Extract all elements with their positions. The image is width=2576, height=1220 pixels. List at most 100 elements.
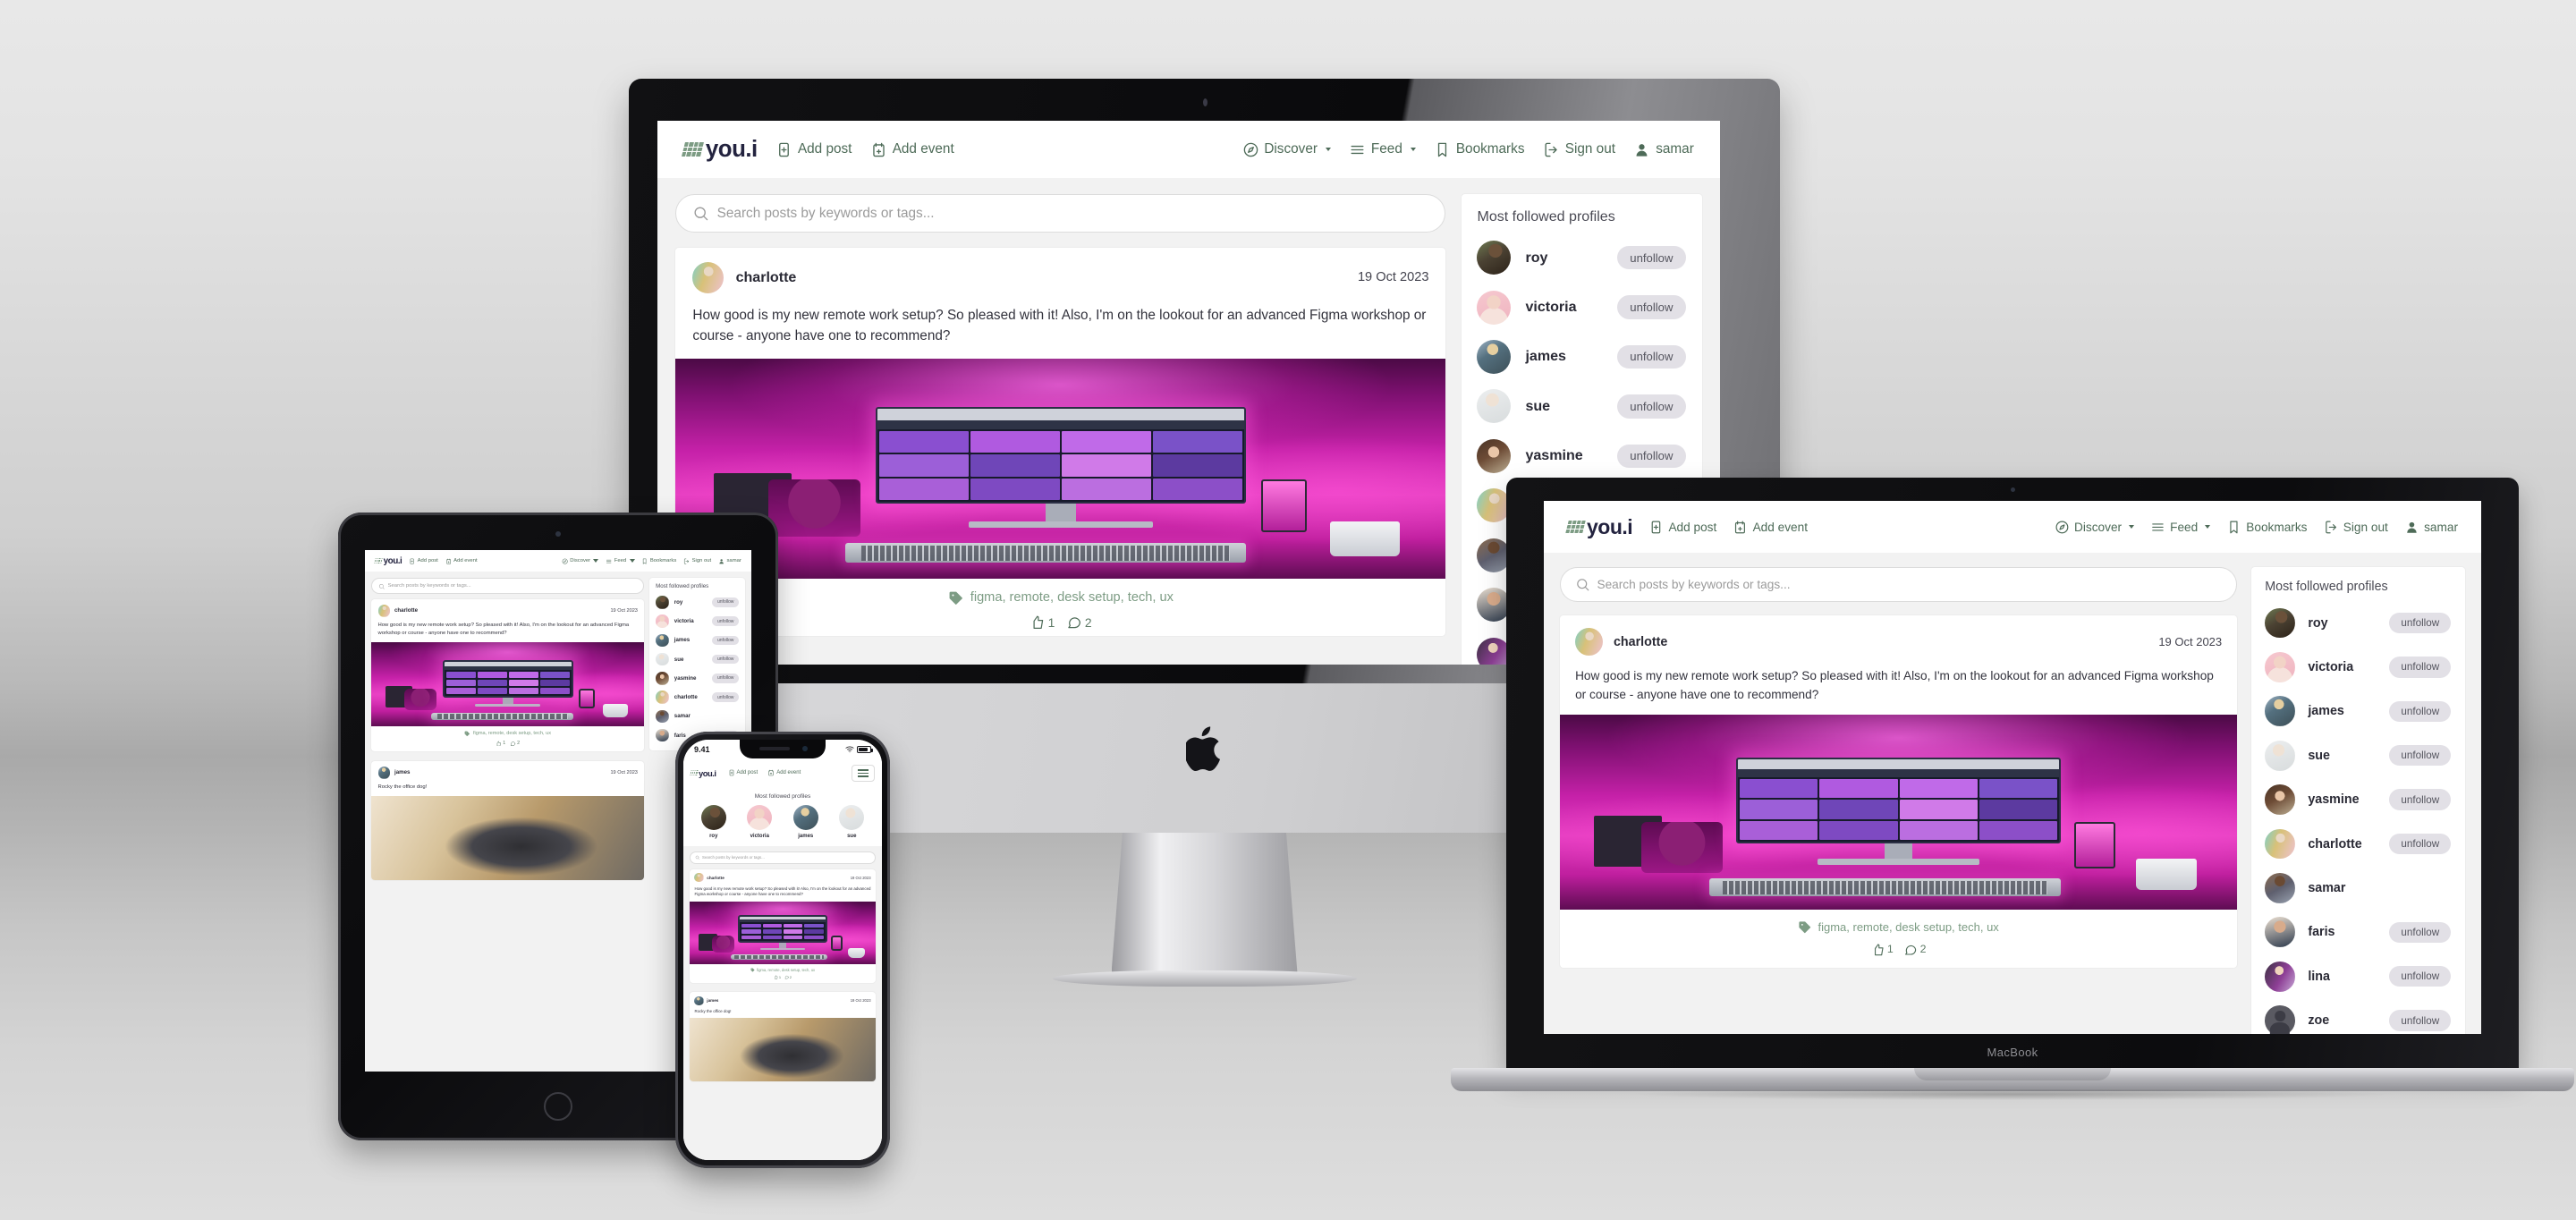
hamburger-menu-icon[interactable] bbox=[852, 765, 875, 782]
comment-button[interactable]: 2 bbox=[510, 741, 520, 747]
post-tags[interactable]: figma, remote, desk setup, tech, ux bbox=[1560, 910, 2237, 936]
nav-add-post[interactable]: Add post bbox=[728, 769, 758, 776]
nav-discover[interactable]: Discover bbox=[1242, 141, 1331, 158]
brand-logo[interactable]: you.i bbox=[690, 768, 716, 778]
unfollow-button[interactable]: unfollow bbox=[712, 654, 740, 665]
comment-button[interactable]: 2 bbox=[1066, 614, 1092, 631]
unfollow-button[interactable]: unfollow bbox=[1616, 245, 1687, 270]
like-button[interactable]: 1 bbox=[1030, 614, 1055, 631]
unfollow-button[interactable]: unfollow bbox=[2389, 657, 2452, 678]
like-button[interactable]: 1 bbox=[774, 975, 781, 979]
unfollow-button[interactable]: unfollow bbox=[2389, 921, 2452, 943]
comment-button[interactable]: 2 bbox=[784, 975, 792, 979]
nav-discover[interactable]: Discover bbox=[2055, 520, 2134, 535]
post-author[interactable]: charlotte bbox=[694, 873, 724, 883]
profile-row[interactable]: sue unfollow bbox=[2265, 733, 2452, 777]
post-author[interactable]: james bbox=[377, 767, 410, 779]
unfollow-button[interactable]: unfollow bbox=[1616, 295, 1687, 319]
story-item[interactable]: james bbox=[792, 804, 818, 839]
nav-add-post[interactable]: Add post bbox=[775, 141, 852, 158]
unfollow-button[interactable]: unfollow bbox=[1616, 444, 1687, 469]
nav-discover[interactable]: Discover bbox=[562, 558, 599, 564]
profile-row[interactable]: samar bbox=[656, 707, 739, 725]
profile-row[interactable]: samar bbox=[2265, 866, 2451, 910]
post-tags[interactable]: figma, remote, desk setup, tech, ux bbox=[690, 964, 876, 973]
unfollow-button[interactable]: unfollow bbox=[712, 597, 740, 607]
profile-row[interactable]: charlotte unfollow bbox=[656, 688, 740, 707]
nav-add-post[interactable]: Add post bbox=[409, 558, 438, 564]
nav-bookmarks[interactable]: Bookmarks bbox=[2226, 520, 2308, 535]
brand-logo[interactable]: you.i bbox=[374, 556, 402, 566]
profile-row[interactable]: lina unfollow bbox=[2265, 954, 2452, 998]
like-button[interactable]: 1 bbox=[496, 741, 505, 747]
profile-name: sue bbox=[1525, 397, 1551, 414]
profile-row[interactable]: victoria unfollow bbox=[2265, 645, 2452, 689]
nav-feed[interactable]: Feed bbox=[2150, 520, 2210, 535]
nav-sign-out[interactable]: Sign out bbox=[683, 558, 711, 564]
unfollow-button[interactable]: unfollow bbox=[712, 674, 740, 683]
profile-row[interactable]: james unfollow bbox=[656, 631, 740, 649]
nav-add-post[interactable]: Add post bbox=[1648, 520, 1716, 535]
search-input[interactable]: Search posts by keywords or tags... bbox=[371, 578, 645, 595]
nav-feed[interactable]: Feed bbox=[1349, 141, 1416, 158]
nav-add-event[interactable]: Add event bbox=[870, 141, 954, 158]
nav-sign-out[interactable]: Sign out bbox=[1543, 141, 1615, 158]
nav-samar[interactable]: samar bbox=[718, 558, 741, 564]
profile-row[interactable]: yasmine unfollow bbox=[1477, 431, 1687, 480]
profile-row[interactable]: james unfollow bbox=[1477, 332, 1687, 381]
unfollow-button[interactable]: unfollow bbox=[2389, 700, 2452, 723]
story-item[interactable]: victoria bbox=[747, 804, 773, 839]
nav-bookmarks[interactable]: Bookmarks bbox=[1434, 141, 1525, 158]
nav-feed[interactable]: Feed bbox=[606, 558, 635, 564]
unfollow-button[interactable]: unfollow bbox=[2389, 745, 2452, 767]
profile-row[interactable]: victoria unfollow bbox=[656, 612, 740, 631]
profile-row[interactable]: james unfollow bbox=[2265, 690, 2452, 733]
profile-row[interactable]: roy unfollow bbox=[1477, 233, 1687, 282]
post-tags[interactable]: figma, remote, desk setup, tech, ux bbox=[675, 579, 1445, 609]
like-button[interactable]: 1 bbox=[1871, 943, 1894, 957]
unfollow-button[interactable]: unfollow bbox=[2389, 612, 2452, 634]
nav-sign-out[interactable]: Sign out bbox=[2324, 520, 2388, 535]
story-name: roy bbox=[709, 833, 718, 839]
profile-row[interactable]: yasmine unfollow bbox=[2265, 777, 2452, 821]
post-author[interactable]: james bbox=[694, 995, 718, 1005]
brand-logo[interactable]: you.i bbox=[1565, 515, 1633, 539]
nav-add-event[interactable]: Add event bbox=[767, 769, 801, 776]
post-author[interactable]: charlotte bbox=[1575, 628, 1667, 657]
profile-row[interactable]: victoria unfollow bbox=[1477, 283, 1687, 332]
unfollow-button[interactable]: unfollow bbox=[1616, 394, 1687, 419]
brand-logo[interactable]: you.i bbox=[682, 137, 758, 163]
nav-add-event[interactable]: Add event bbox=[445, 558, 478, 564]
post-author[interactable]: charlotte bbox=[377, 605, 418, 617]
profile-row[interactable]: yasmine unfollow bbox=[656, 669, 740, 688]
search-input[interactable]: Search posts by keywords or tags... bbox=[1560, 566, 2238, 603]
unfollow-button[interactable]: unfollow bbox=[712, 635, 740, 646]
unfollow-button[interactable]: unfollow bbox=[2389, 833, 2452, 855]
story-item[interactable]: roy bbox=[700, 804, 726, 839]
profile-row[interactable]: zoe unfollow bbox=[2265, 998, 2452, 1034]
comment-button[interactable]: 2 bbox=[1903, 943, 1927, 957]
profile-row[interactable]: roy unfollow bbox=[2265, 601, 2452, 645]
unfollow-button[interactable]: unfollow bbox=[2389, 966, 2452, 987]
profile-row[interactable]: charlotte unfollow bbox=[2265, 822, 2452, 866]
search-input[interactable]: Search posts by keywords or tags... bbox=[675, 193, 1446, 233]
profile-row[interactable]: roy unfollow bbox=[656, 593, 740, 612]
profile-row[interactable]: sue unfollow bbox=[1477, 382, 1687, 431]
story-item[interactable]: sue bbox=[839, 804, 865, 839]
nav-samar[interactable]: samar bbox=[1633, 141, 1694, 158]
unfollow-button[interactable]: unfollow bbox=[712, 692, 740, 702]
unfollow-button[interactable]: unfollow bbox=[2389, 1010, 2452, 1031]
nav-add-event[interactable]: Add event bbox=[1733, 520, 1808, 535]
post-tags[interactable]: figma, remote, desk setup, tech, ux bbox=[371, 726, 644, 738]
profile-row[interactable]: faris unfollow bbox=[2265, 911, 2452, 954]
ipad-home-button[interactable] bbox=[544, 1092, 572, 1121]
post-author[interactable]: charlotte bbox=[692, 261, 796, 293]
nav-samar[interactable]: samar bbox=[2404, 520, 2458, 535]
unfollow-button[interactable]: unfollow bbox=[1616, 344, 1687, 369]
unfollow-button[interactable]: unfollow bbox=[2389, 789, 2452, 810]
nav-bookmarks[interactable]: Bookmarks bbox=[641, 558, 676, 564]
comment-count: 2 bbox=[1919, 943, 1927, 956]
profile-row[interactable]: sue unfollow bbox=[656, 649, 740, 668]
search-input[interactable]: Search posts by keywords or tags... bbox=[690, 851, 876, 864]
unfollow-button[interactable]: unfollow bbox=[712, 616, 740, 626]
